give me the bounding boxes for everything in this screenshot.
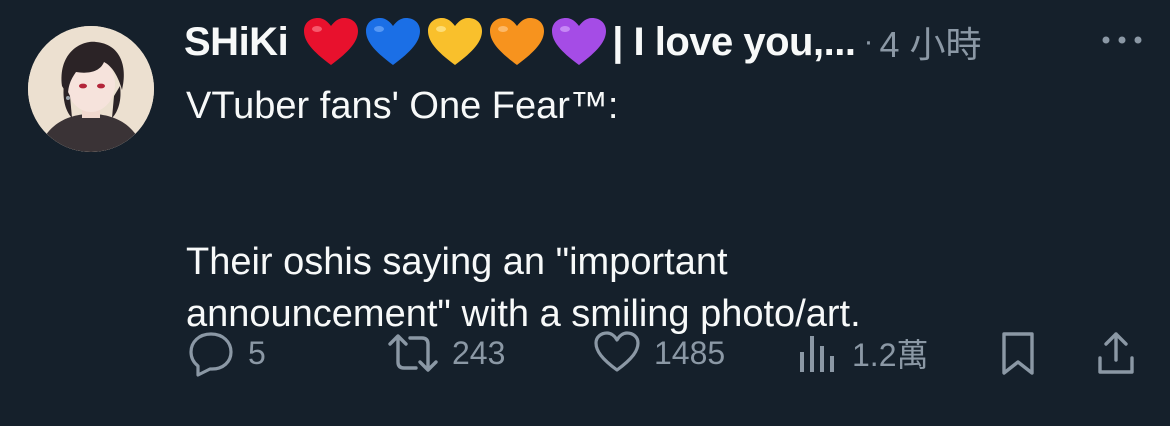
bookmark-button[interactable]	[998, 326, 1038, 380]
purple-heart-icon	[552, 18, 607, 65]
yellow-heart-icon	[428, 18, 483, 65]
retweet-count: 243	[452, 334, 506, 371]
tweet-header: SHiKi | I love you,... · 4 小時	[184, 12, 1144, 72]
tweet-text-line: Their oshis saying an "important	[186, 241, 728, 283]
action-bar: 5 243 1485 1.2萬	[186, 326, 1146, 380]
orange-heart-icon	[490, 18, 545, 65]
tweet-text: VTuber fans' One Fear™: Their oshis sayi…	[186, 80, 1126, 340]
display-name[interactable]: SHiKi	[184, 20, 289, 65]
view-count: 1.2萬	[852, 337, 929, 373]
bookmark-icon	[1002, 332, 1034, 375]
views-chart-icon	[800, 336, 834, 372]
tweet-text-line: VTuber fans' One Fear™:	[186, 85, 619, 127]
blue-heart-icon	[366, 18, 421, 65]
retweet-button[interactable]: 243	[386, 326, 505, 380]
avatar[interactable]	[28, 26, 154, 152]
heart-outline-icon	[594, 331, 640, 372]
like-button[interactable]: 1485	[592, 326, 725, 380]
display-name-suffix[interactable]: | I love you,...	[612, 20, 856, 65]
reply-count: 5	[248, 334, 266, 371]
timestamp[interactable]: 4 小時	[879, 16, 981, 68]
like-count: 1485	[654, 334, 726, 371]
reply-icon	[189, 332, 233, 377]
reply-button[interactable]: 5	[186, 326, 266, 380]
views-button[interactable]: 1.2萬	[796, 326, 929, 380]
separator-dot: ·	[863, 25, 874, 58]
avatar-image	[28, 26, 154, 152]
red-heart-icon	[304, 18, 359, 65]
tweet-card[interactable]: SHiKi | I love you,... · 4 小時 VTuber fan…	[0, 0, 1170, 426]
retweet-icon	[388, 334, 438, 372]
share-icon	[1098, 332, 1134, 374]
name-emojis	[302, 17, 608, 67]
more-options-icon[interactable]	[1100, 28, 1144, 52]
share-button[interactable]	[1094, 326, 1138, 380]
